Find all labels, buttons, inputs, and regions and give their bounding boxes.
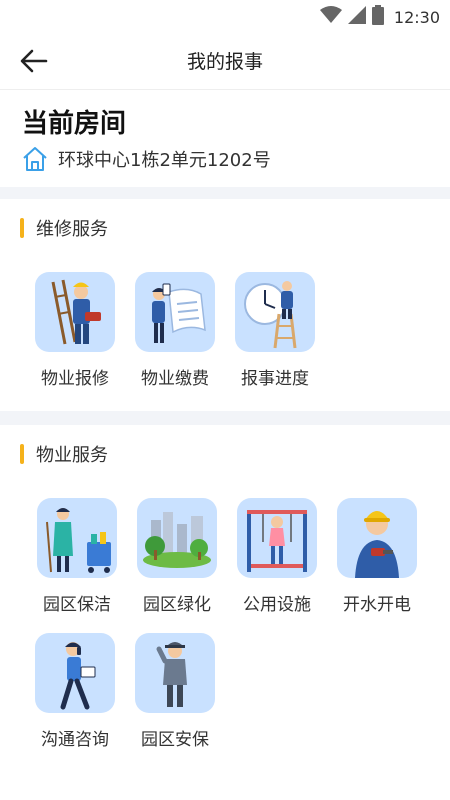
tile-report-progress[interactable]: 报事进度 [230, 272, 320, 402]
tile-property-payment[interactable]: 物业缴费 [130, 272, 220, 402]
tile-label: 沟通咨询 [41, 730, 109, 750]
tile-public-facilities[interactable]: 公用设施 [232, 498, 322, 628]
water-electric-icon [355, 511, 399, 578]
property-section-title: 物业服务 [36, 445, 108, 466]
signal-icon [347, 6, 366, 28]
tile-water-electricity[interactable]: 开水开电 [332, 498, 422, 628]
section-divider [0, 411, 450, 425]
section-accent-bar [20, 218, 24, 238]
property-service-section: 物业服务 园区保洁 园区绿化 公用设施 开水开电 沟通咨询 园区安保 [0, 425, 450, 800]
tile-consultation[interactable]: 沟通咨询 [30, 633, 120, 763]
wifi-icon [319, 6, 342, 28]
repair-section-title: 维修服务 [36, 219, 108, 240]
tile-park-security[interactable]: 园区安保 [130, 633, 220, 763]
status-time: 12:30 [393, 7, 440, 27]
security-guard-icon [156, 642, 187, 707]
room-address[interactable]: 环球中心1栋2单元1202号 [22, 146, 271, 172]
repair-service-section: 维修服务 物业报修 物业缴费 报事进度 [0, 199, 450, 411]
tile-label: 开水开电 [343, 595, 411, 615]
tile-label: 园区保洁 [43, 595, 111, 615]
tile-park-greening[interactable]: 园区绿化 [132, 498, 222, 628]
tile-label: 物业缴费 [141, 369, 209, 389]
tile-property-repair[interactable]: 物业报修 [30, 272, 120, 402]
status-bar: 12:30 [0, 0, 450, 32]
current-room-panel: 当前房间 环球中心1栋2单元1202号 [0, 91, 450, 187]
tile-label: 园区安保 [141, 730, 209, 750]
current-room-label: 当前房间 [22, 109, 127, 139]
consultation-icon [60, 642, 96, 710]
repair-worker-icon [51, 279, 101, 345]
section-divider [0, 187, 450, 199]
section-accent-bar [20, 444, 24, 464]
tile-label: 报事进度 [241, 369, 309, 389]
progress-clock-icon [244, 281, 297, 349]
public-facility-icon [247, 510, 307, 572]
page-title: 我的报事 [186, 51, 263, 73]
tile-label: 园区绿化 [143, 595, 211, 615]
room-address-text: 环球中心1栋2单元1202号 [58, 150, 271, 171]
home-icon [23, 147, 47, 171]
cleaning-icon [46, 508, 111, 573]
app-header: 我的报事 [0, 32, 450, 90]
tile-park-cleaning[interactable]: 园区保洁 [32, 498, 122, 628]
bill-payment-icon [152, 283, 206, 343]
greening-icon [143, 512, 211, 568]
tile-label: 公用设施 [243, 595, 311, 615]
tile-label: 物业报修 [41, 369, 109, 389]
battery-icon [371, 5, 384, 29]
